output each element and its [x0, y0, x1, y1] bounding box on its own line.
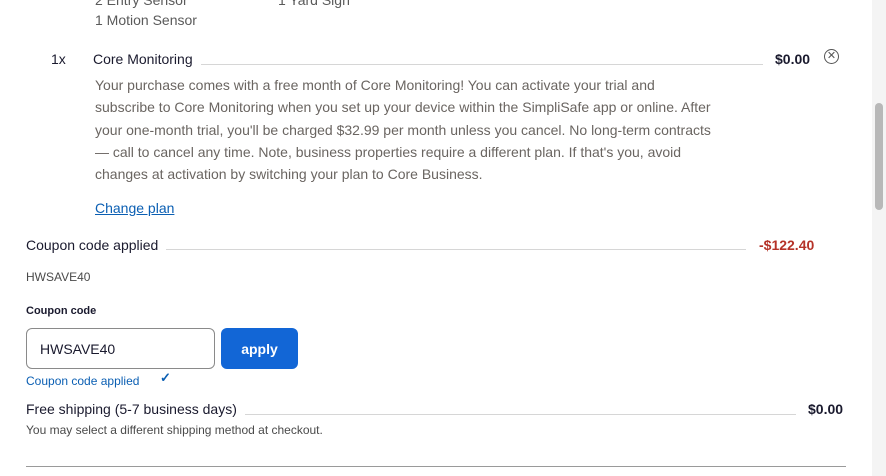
monitoring-description: Your purchase comes with a free month of…	[95, 77, 711, 183]
shipping-title: Free shipping (5-7 business days)	[26, 401, 245, 417]
cart-summary: 2 Entry Sensor 1 Motion Sensor 1 Yard Si…	[0, 0, 872, 476]
remove-icon[interactable]: ✕	[824, 49, 839, 64]
shipping-price: $0.00	[808, 401, 844, 417]
scrollbar-thumb[interactable]	[875, 103, 883, 210]
coupon-discount: -$122.40	[759, 237, 815, 253]
package-item: 1 Motion Sensor	[95, 12, 197, 28]
coupon-applied-message: Coupon code applied	[26, 374, 140, 388]
monitoring-quantity: 1x	[51, 51, 66, 67]
apply-button[interactable]: apply	[221, 328, 298, 369]
coupon-field-label: Coupon code	[26, 305, 97, 317]
coupon-input[interactable]	[26, 328, 215, 369]
shipping-note: You may select a different shipping meth…	[26, 423, 323, 437]
monitoring-price: $0.00	[775, 51, 811, 67]
applied-coupon-code: HWSAVE40	[26, 270, 91, 284]
monitoring-title: Core Monitoring	[93, 51, 201, 67]
change-plan-link[interactable]: Change plan	[95, 200, 174, 216]
scrollbar[interactable]	[872, 0, 886, 476]
package-item: 2 Entry Sensor	[95, 0, 188, 8]
divider	[26, 466, 846, 467]
coupon-applied-title: Coupon code applied	[26, 237, 167, 253]
package-item: 1 Yard Sign	[278, 0, 350, 8]
check-icon: ✓	[160, 370, 171, 385]
